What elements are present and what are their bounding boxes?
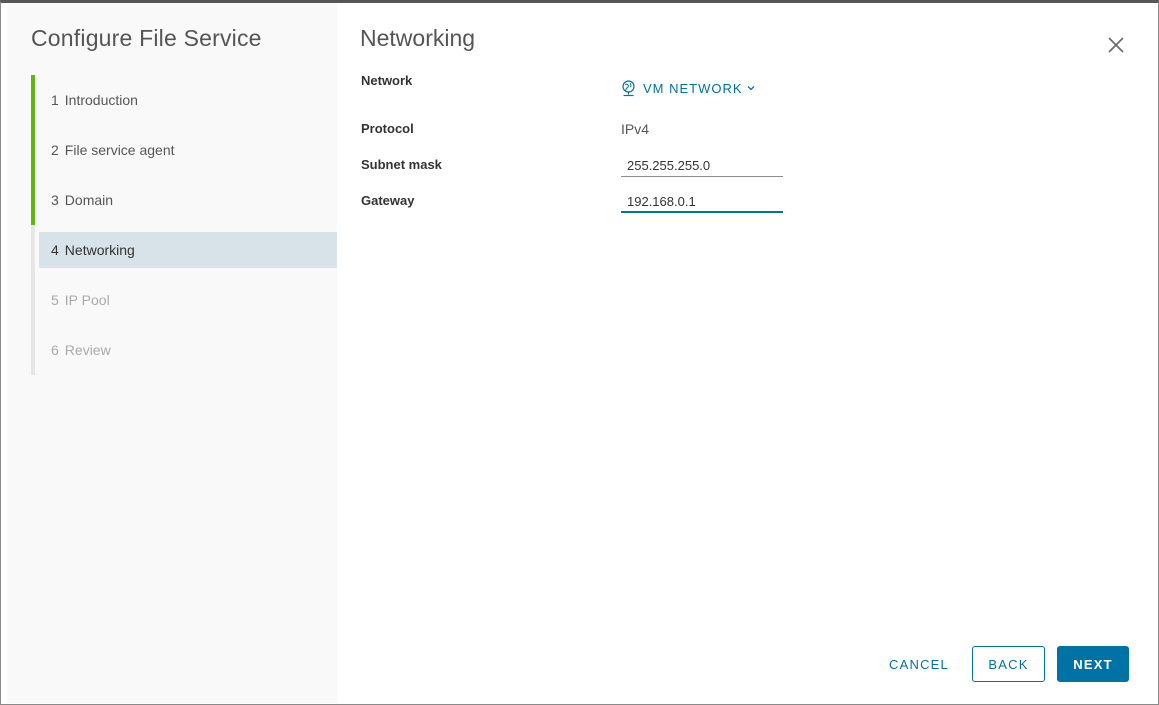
wizard-title: Configure File Service — [31, 25, 262, 51]
gateway-label: Gateway — [361, 193, 415, 208]
step-networking[interactable]: 4 Networking — [31, 225, 337, 275]
network-label: Network — [361, 73, 413, 88]
wizard-sidebar: Configure File Service 1 Introduction 2 … — [7, 3, 337, 703]
step-label: Introduction — [64, 92, 138, 108]
chevron-down-icon — [747, 86, 755, 91]
step-number: 6 — [51, 342, 59, 358]
protocol-label: Protocol — [361, 121, 414, 136]
network-value: VM NETWORK — [643, 80, 743, 96]
step-number: 4 — [51, 242, 59, 258]
step-label: Networking — [64, 242, 135, 258]
step-number: 2 — [51, 142, 59, 158]
page-title: Networking — [360, 25, 476, 51]
network-icon — [622, 79, 635, 96]
cancel-button[interactable]: CANCEL — [881, 646, 957, 682]
step-introduction[interactable]: 1 Introduction — [31, 75, 337, 125]
gateway-input[interactable] — [621, 191, 783, 213]
subnet-mask-label: Subnet mask — [361, 157, 442, 172]
back-button[interactable]: BACK — [972, 646, 1045, 682]
step-number: 1 — [51, 92, 59, 108]
step-number: 3 — [51, 192, 59, 208]
protocol-value: IPv4 — [621, 121, 650, 137]
step-domain[interactable]: 3 Domain — [31, 175, 337, 225]
step-review: 6 Review — [31, 325, 337, 375]
step-label: Review — [64, 342, 111, 358]
wizard-dialog: Configure File Service 1 Introduction 2 … — [0, 0, 1159, 705]
wizard-steps: 1 Introduction 2 File service agent 3 Do… — [31, 75, 337, 375]
close-icon[interactable] — [1104, 33, 1128, 57]
step-label: File service agent — [64, 142, 175, 158]
step-number: 5 — [51, 292, 59, 308]
subnet-mask-input[interactable] — [621, 155, 783, 177]
network-dropdown[interactable]: VM NETWORK — [621, 77, 755, 99]
next-button[interactable]: NEXT — [1057, 646, 1129, 682]
step-label: IP Pool — [64, 292, 110, 308]
step-label: Domain — [64, 192, 114, 208]
step-file-service-agent[interactable]: 2 File service agent — [31, 125, 337, 175]
step-ip-pool: 5 IP Pool — [31, 275, 337, 325]
